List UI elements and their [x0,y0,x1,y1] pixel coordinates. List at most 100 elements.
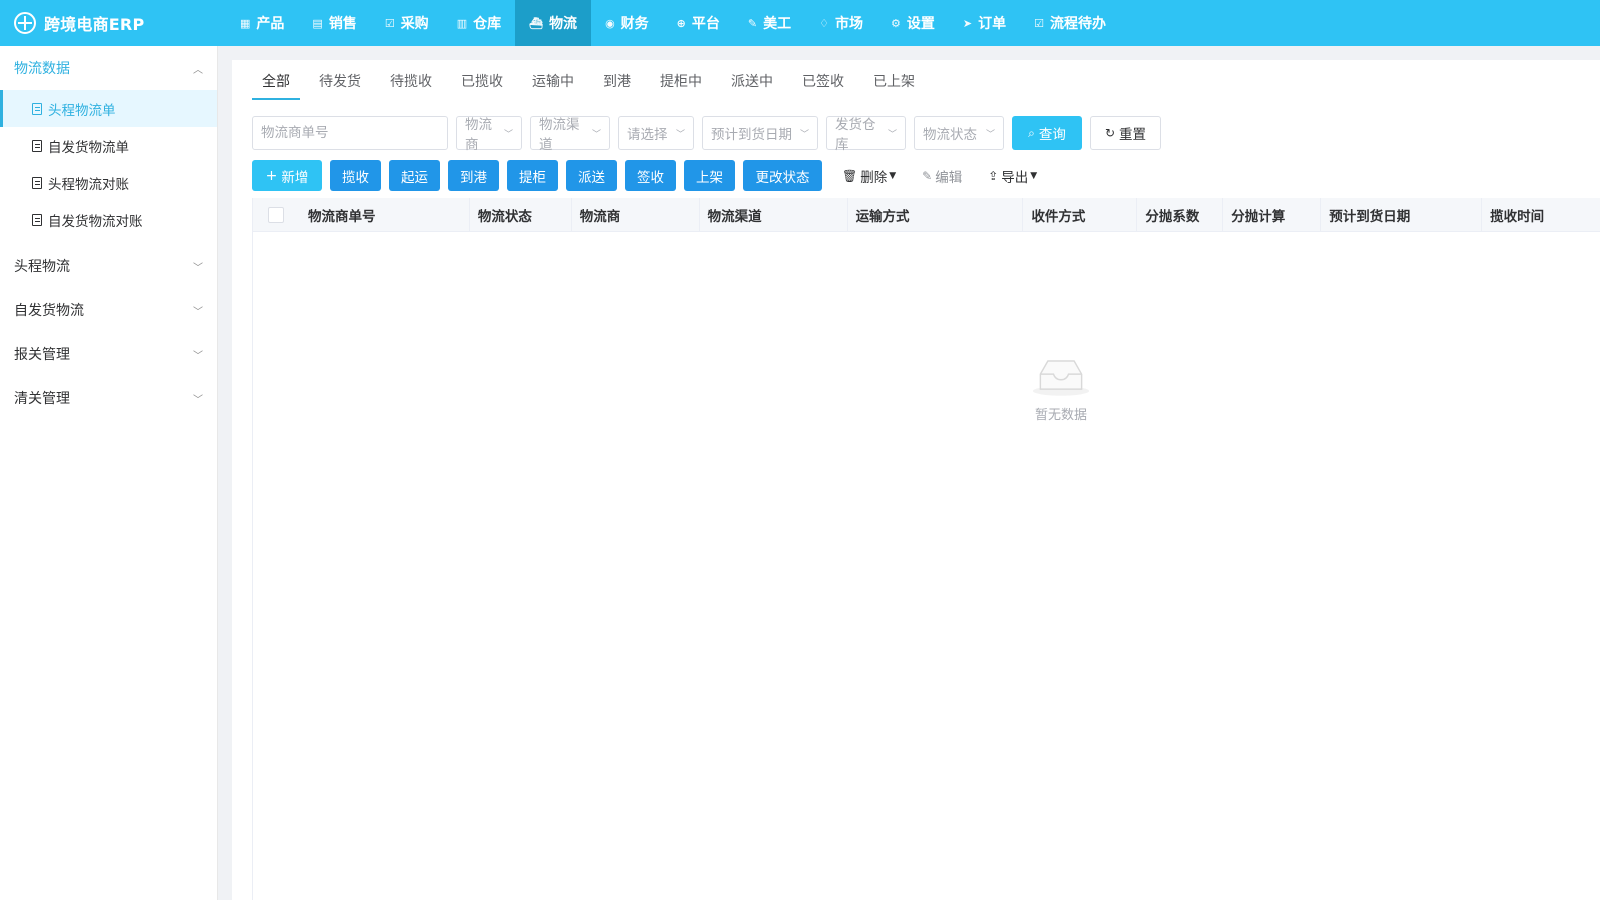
sidebar-item-self-ship-orders[interactable]: 自发货物流单 [0,127,217,164]
add-button[interactable]: + 新增 [252,160,322,191]
sidebar-item-first-leg-reconciliation[interactable]: 头程物流对账 [0,164,217,201]
document-icon [32,213,42,226]
depart-button[interactable]: 起运 [389,160,440,191]
filter-bar: 物流商 ﹀ 物流渠道 ﹀ 请选择 ﹀ 预计到货日期 ﹀ 发货仓库 ﹀ 物流状态 ﹀ ⌕ 查询… [252,116,1161,153]
tab-signed[interactable]: 已签收 [792,70,854,102]
chevron-down-icon: ﹀ [503,129,513,140]
column-header[interactable]: 物流渠道 [700,197,848,232]
nav-item-finance[interactable]: ◉ 财务 [591,0,663,46]
edit-button[interactable]: ✎ 编辑 [922,160,962,191]
caret-down-icon: ▼ [889,170,897,181]
shirt-icon: ♢ [819,16,829,30]
container-pickup-button[interactable]: 提柜 [507,160,558,191]
column-header[interactable]: 分抛系数 [1137,197,1224,232]
sidebar-group-customs-declaration[interactable]: 报关管理 ﹀ [0,332,217,376]
nav-item-settings[interactable]: ⚙ 设置 [877,0,949,46]
nav-item-logistics[interactable]: ⛴ 物流 [515,0,592,46]
nav-item-product[interactable]: ▦ 产品 [226,0,298,46]
pencil-icon: ✎ [922,168,933,183]
sign-button[interactable]: 签收 [625,160,676,191]
tab-pending-collection[interactable]: 待揽收 [380,70,442,102]
nav-item-label: 订单 [978,16,1007,32]
sidebar-group-first-leg[interactable]: 头程物流 ﹀ [0,244,217,288]
sidebar-group-label: 物流数据 [14,61,70,77]
nav-item-label: 设置 [906,16,935,32]
tab-shelved[interactable]: 已上架 [863,70,925,102]
sidebar-group-self-ship[interactable]: 自发货物流 ﹀ [0,288,217,332]
sidebar-item-first-leg-orders[interactable]: 头程物流单 [0,90,217,127]
sidebar-group-logistics-data[interactable]: 物流数据 ︿ [0,46,217,90]
delete-button[interactable]: 🗑 删除 ▼ [842,160,896,191]
sidebar: 物流数据 ︿ 头程物流单 自发货物流单 头程物流对账 自发货物流对账 头程物流 … [0,46,218,900]
eta-date-select[interactable]: 预计到货日期 ﹀ [702,116,818,150]
column-header[interactable]: 物流商单号 [300,197,470,232]
sidebar-item-label: 自发货物流单 [48,139,129,156]
shelve-button[interactable]: 上架 [684,160,735,191]
column-header[interactable]: 分抛计算 [1223,197,1322,232]
sidebar-group-label: 头程物流 [14,259,70,275]
nav-item-market[interactable]: ♢ 市场 [805,0,877,46]
carrier-select-text: 物流商 [465,117,492,153]
sidebar-group-label: 清关管理 [14,391,70,407]
sidebar-group-customs-clearance[interactable]: 清关管理 ﹀ [0,376,217,420]
tab-in-transit[interactable]: 运输中 [522,70,584,102]
column-header[interactable]: 物流状态 [470,197,572,232]
warehouse-select[interactable]: 发货仓库 ﹀ [826,116,906,153]
add-button-label: 新增 [281,169,309,186]
tab-collected[interactable]: 已揽收 [451,70,513,102]
reset-button[interactable]: ↻ 重置 [1090,116,1161,150]
nav-item-sales[interactable]: ▤ 销售 [298,0,370,46]
select-all-cell [253,198,300,232]
gear-icon: ⚙ [890,16,901,30]
column-header[interactable]: 物流商 [572,197,700,232]
change-status-button[interactable]: 更改状态 [743,160,822,191]
chevron-down-icon: ﹀ [193,306,203,318]
document-icon [32,102,42,115]
generic-select[interactable]: 请选择 ﹀ [618,116,694,150]
tab-arrived-port[interactable]: 到港 [593,70,641,102]
nav-item-platform[interactable]: ⊕ 平台 [663,0,734,46]
deliver-button[interactable]: 派送 [566,160,617,191]
nav-item-design[interactable]: ✎ 美工 [734,0,805,46]
nav-item-label: 美工 [763,16,792,32]
chevron-down-icon: ﹀ [887,129,897,140]
tab-all[interactable]: 全部 [252,70,300,102]
tracking-number-input[interactable] [252,116,448,150]
delete-button-label: 删除 [860,169,888,186]
sidebar-item-self-ship-reconciliation[interactable]: 自发货物流对账 [0,201,217,238]
status-tabs: 全部 待发货 待揽收 已揽收 运输中 到港 提柜中 派送中 已签收 已上架 [252,70,934,102]
arrive-port-button[interactable]: 到港 [448,160,499,191]
tab-container-pickup[interactable]: 提柜中 [650,70,712,102]
logistics-table: 物流商单号 物流状态 物流商 物流渠道 运输方式 收件方式 分抛系数 分抛计算 … [252,197,1600,900]
warehouse-select-text: 发货仓库 [835,117,876,153]
main-nav: ▦ 产品 ▤ 销售 ☑ 采购 ▥ 仓库 ⛴ 物流 ◉ 财务 ⊕ 平台 ✎ 美工 [226,0,1120,46]
column-header[interactable]: 运输方式 [848,197,1024,232]
brand[interactable]: 跨境电商ERP [0,0,226,46]
select-all-checkbox[interactable] [268,206,285,223]
eta-date-select-text: 预计到货日期 [711,127,792,143]
column-header[interactable]: 揽收时间 [1482,198,1600,232]
chevron-down-icon: ﹀ [799,129,809,140]
top-nav-bar: 跨境电商ERP ▦ 产品 ▤ 销售 ☑ 采购 ▥ 仓库 ⛴ 物流 ◉ 财务 ⊕ … [0,0,1600,46]
collect-button[interactable]: 揽收 [330,160,381,191]
channel-select[interactable]: 物流渠道 ﹀ [530,116,610,153]
logistics-status-select[interactable]: 物流状态 ﹀ [914,116,1004,150]
column-header[interactable]: 预计到货日期 [1321,197,1483,232]
grid-icon: ▦ [240,16,251,30]
tab-delivering[interactable]: 派送中 [721,70,783,102]
nav-item-warehouse[interactable]: ▥ 仓库 [443,0,515,46]
chevron-up-icon: ︿ [193,64,203,76]
action-toolbar: + 新增 揽收 起运 到港 提柜 派送 签收 上架 更改状态 🗑 删除 ▼ ✎ … [252,160,1063,191]
sidebar-item-label: 头程物流单 [48,102,116,119]
nav-item-workflow-todo[interactable]: ☑ 流程待办 [1020,0,1120,46]
channel-select-text: 物流渠道 [539,117,580,153]
tab-pending-shipment[interactable]: 待发货 [309,70,371,102]
carrier-select[interactable]: 物流商 ﹀ [456,116,522,153]
query-button[interactable]: ⌕ 查询 [1012,116,1082,150]
nav-item-orders[interactable]: ➤ 订单 [949,0,1020,46]
nav-item-purchase[interactable]: ☑ 采购 [371,0,443,46]
document-icon [32,176,42,189]
column-header[interactable]: 收件方式 [1023,197,1138,232]
nav-item-label: 仓库 [473,16,502,32]
export-button[interactable]: ⇪ 导出 ▼ [988,160,1037,191]
